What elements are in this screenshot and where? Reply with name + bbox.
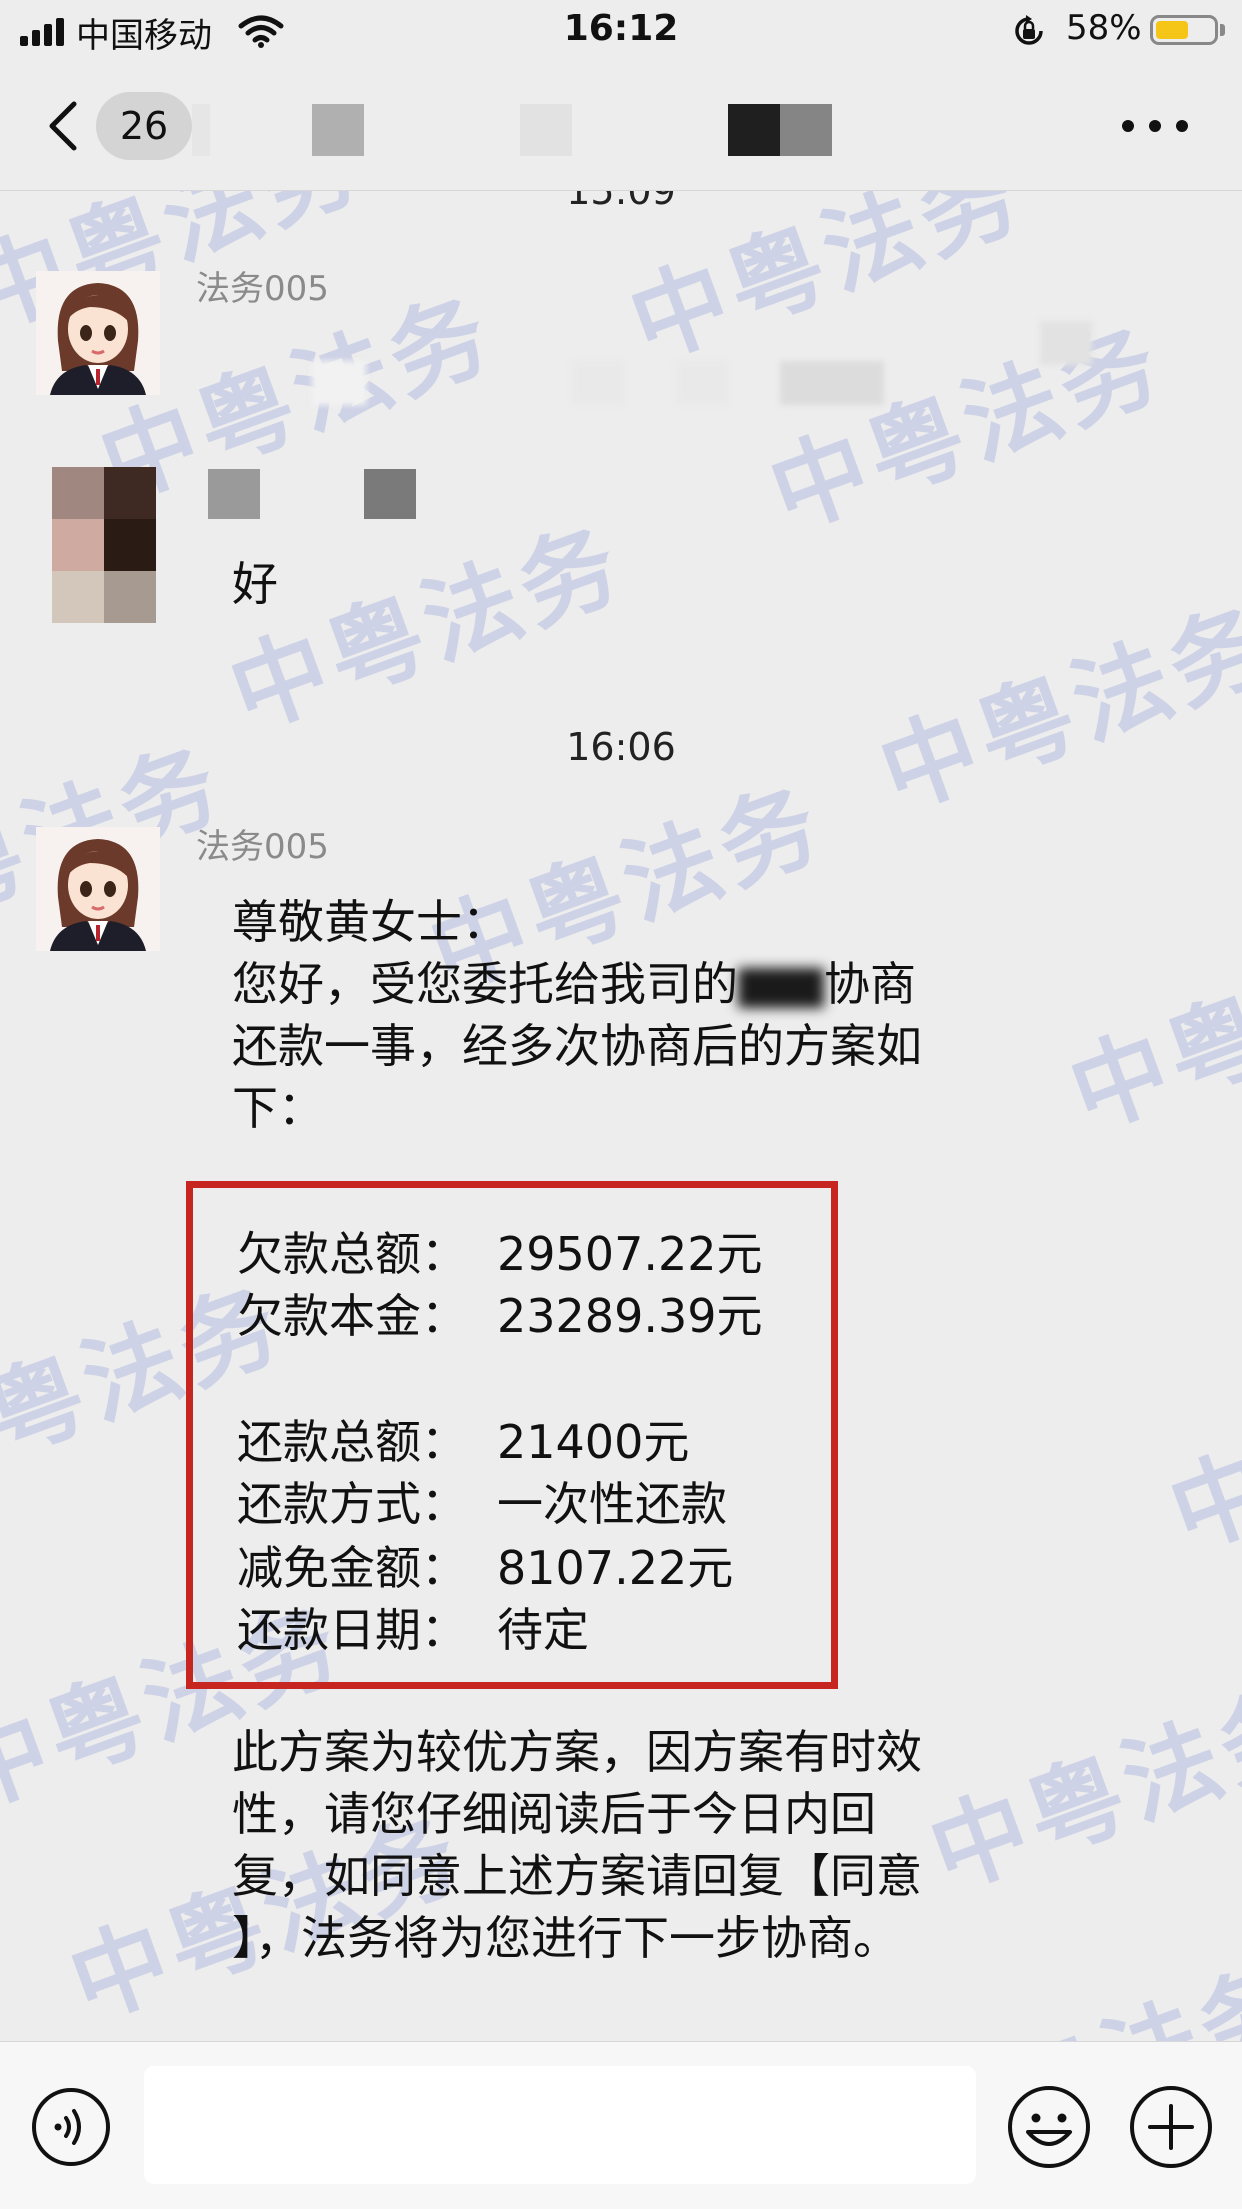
chat-title-redacted (780, 104, 832, 156)
nav-bar: 26 (0, 62, 1242, 191)
unread-count-badge[interactable]: 26 (96, 92, 192, 160)
sender-name: 法务005 (196, 827, 329, 867)
plan-label: 还款日期： (237, 1603, 467, 1657)
watermark: 中粤法务 (866, 586, 1242, 831)
plan-row-waived-amount: 减免金额： 8107.22元 (237, 1532, 733, 1598)
plan-label: 还款方式： (237, 1477, 467, 1531)
redacted-sender-name (208, 469, 260, 519)
battery-fill (1156, 21, 1189, 39)
avatar[interactable] (52, 467, 156, 623)
sender-name: 法务005 (196, 269, 329, 309)
intro-line: 下： (232, 1081, 324, 1135)
redacted-sender-name (364, 469, 416, 519)
intro-line-part: 协商 (824, 957, 916, 1011)
intro-line-part: 您好，受您委托给我司的 (232, 957, 738, 1011)
plan-value: 23289.39元 (497, 1289, 763, 1343)
redacted-content (1040, 321, 1092, 365)
closing-line: 此方案为较优方案，因方案有时效 (232, 1725, 922, 1779)
input-bar (0, 2041, 1242, 2209)
voice-icon[interactable] (30, 2086, 112, 2168)
plan-row-repayment-method: 还款方式： 一次性还款 (237, 1468, 727, 1534)
chat-title-redacted (520, 104, 572, 156)
plan-value: 29507.22元 (497, 1227, 763, 1281)
watermark: 中粤法务 (1056, 906, 1242, 1151)
closing-line: 】，法务将为您进行下一步协商。 (232, 1911, 899, 1965)
chevron-left-icon[interactable] (40, 98, 96, 154)
watermark: 中粤法务 (756, 306, 1178, 551)
redacted-content (312, 361, 366, 405)
plan-value: 一次性还款 (497, 1477, 727, 1531)
watermark: 中粤法务 (616, 191, 1038, 381)
watermark: 中粤法务 (216, 506, 638, 751)
avatar-pixelated (52, 467, 156, 623)
avatar-illustration (36, 271, 160, 395)
avatar[interactable] (36, 827, 160, 951)
redacted-content (780, 361, 884, 405)
redacted-content (572, 361, 624, 405)
plan-value: 8107.22元 (497, 1541, 734, 1595)
message-text: 尊敬黄女士： 您好，受您委托给我司的 协商 还款一事，经多次协商后的方案如 下： (232, 891, 922, 1139)
closing-line: 性，请您仔细阅读后于今日内回 (232, 1787, 876, 1841)
chat-title-redacted (312, 104, 364, 156)
status-bar: 中国移动 16:12 58% (0, 0, 1242, 62)
emoji-icon[interactable] (1006, 2084, 1092, 2170)
plan-value: 待定 (497, 1603, 589, 1657)
message-text: 此方案为较优方案，因方案有时效 性，请您仔细阅读后于今日内回 复，如同意上述方案… (232, 1721, 922, 1969)
ellipsis-icon[interactable] (1120, 106, 1190, 146)
message-input[interactable] (144, 2066, 976, 2184)
plan-value: 21400元 (497, 1415, 690, 1469)
chat-area[interactable]: 中粤法务 中粤法务 中粤法务 中粤法务 中粤法务 中粤法务 中粤法务 中粤法务 … (0, 191, 1242, 2041)
watermark: 中粤法务 (916, 1666, 1242, 1911)
plan-label: 减免金额： (237, 1541, 467, 1595)
repayment-plan-box: 欠款总额： 29507.22元 欠款本金： 23289.39元 还款总额： 21400… (186, 1181, 838, 1689)
battery-cap (1220, 24, 1225, 36)
intro-line: 您好，受您委托给我司的 协商 (232, 953, 922, 1015)
rotation-lock-icon (1015, 15, 1043, 45)
message-text: 好 (232, 557, 278, 611)
battery-percent: 58% (1066, 8, 1142, 48)
watermark: 中粤法务 (889, 1925, 1242, 2041)
timestamp: 15:09 (566, 191, 676, 213)
redacted-bank-name (738, 967, 824, 1008)
plan-label: 还款总额： (237, 1415, 467, 1469)
battery-icon (1150, 15, 1218, 45)
greeting-line: 尊敬黄女士： (232, 895, 508, 949)
plan-row-repayment-date: 还款日期： 待定 (237, 1594, 589, 1660)
plan-label: 欠款本金： (237, 1289, 467, 1343)
chat-title-redacted (728, 104, 780, 156)
avatar[interactable] (36, 271, 160, 395)
watermark: 中粤法务 (1156, 1326, 1242, 1571)
status-time: 16:12 (563, 8, 679, 49)
chat-title-redacted (192, 104, 210, 156)
plan-row-principal: 欠款本金： 23289.39元 (237, 1280, 763, 1346)
intro-line: 还款一事，经多次协商后的方案如 (232, 1019, 922, 1073)
timestamp: 16:06 (566, 725, 676, 769)
plan-label: 欠款总额： (237, 1227, 467, 1281)
plan-row-total-debt: 欠款总额： 29507.22元 (237, 1218, 763, 1284)
avatar-illustration (36, 827, 160, 951)
plus-icon[interactable] (1128, 2084, 1214, 2170)
closing-line: 复，如同意上述方案请回复【同意 (232, 1849, 922, 1903)
redacted-content (676, 361, 728, 405)
plan-row-repayment-total: 还款总额： 21400元 (237, 1406, 689, 1472)
